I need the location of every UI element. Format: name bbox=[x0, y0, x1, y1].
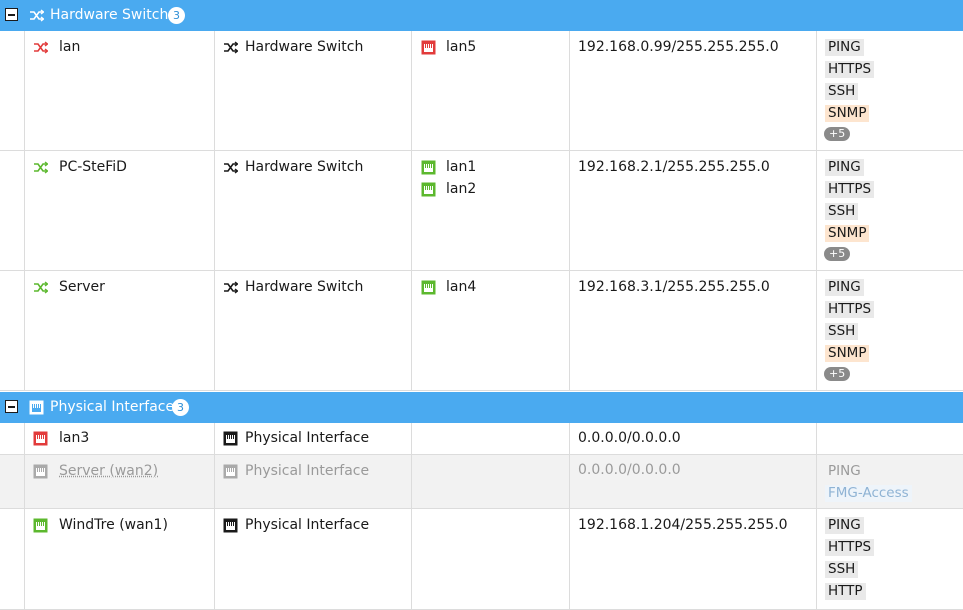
access-tag: PING bbox=[825, 159, 864, 176]
interface-type: Physical Interface bbox=[245, 430, 370, 446]
more-access-pill[interactable]: +5 bbox=[824, 127, 851, 141]
ip-netmask: 0.0.0.0/0.0.0.0 bbox=[578, 462, 681, 478]
port-icon bbox=[421, 40, 436, 55]
access-tag: HTTP bbox=[825, 583, 866, 600]
switch-icon bbox=[34, 161, 48, 174]
count-badge: 3 bbox=[172, 399, 189, 416]
member-label[interactable]: lan5 bbox=[446, 39, 476, 55]
interface-name[interactable]: Server bbox=[59, 279, 105, 295]
access-tag: PING bbox=[825, 279, 864, 296]
access-tag: PING bbox=[825, 39, 864, 56]
interface-name[interactable]: Server (wan2) bbox=[59, 463, 158, 479]
port-icon bbox=[223, 464, 238, 479]
port-icon bbox=[421, 160, 436, 175]
interface-type: Physical Interface bbox=[245, 517, 370, 533]
access-tag: HTTPS bbox=[825, 181, 875, 198]
access-tag: SSH bbox=[825, 561, 859, 578]
ip-netmask: 0.0.0.0/0.0.0.0 bbox=[578, 430, 681, 446]
access-tag: SSH bbox=[825, 83, 859, 100]
switch-icon bbox=[34, 281, 48, 294]
interface-type: Hardware Switch bbox=[245, 279, 364, 295]
table-row[interactable]: Server (wan2) Physical Interface 0.0.0.0… bbox=[0, 455, 963, 509]
ip-netmask: 192.168.3.1/255.255.255.0 bbox=[578, 279, 770, 295]
more-access-pill[interactable]: +5 bbox=[824, 247, 851, 261]
port-icon bbox=[33, 464, 48, 479]
table-row[interactable]: Server Hardware Switch lan4 192.168.3.1/… bbox=[0, 271, 963, 391]
access-tag: SSH bbox=[825, 323, 859, 340]
interface-type: Hardware Switch bbox=[245, 159, 364, 175]
switch-icon bbox=[224, 281, 238, 294]
more-access-pill[interactable]: +5 bbox=[824, 367, 851, 381]
ip-netmask: 192.168.2.1/255.255.255.0 bbox=[578, 159, 770, 175]
port-icon bbox=[33, 431, 48, 446]
access-tag: SSH bbox=[825, 203, 859, 220]
access-tag: SNMP bbox=[825, 345, 870, 362]
access-tag: HTTPS bbox=[825, 539, 875, 556]
port-icon bbox=[29, 400, 44, 415]
group-header-physical-interface[interactable]: Physical Interface 3 bbox=[0, 392, 963, 423]
switch-icon bbox=[224, 41, 238, 54]
member-label[interactable]: lan2 bbox=[446, 181, 476, 197]
collapse-icon[interactable] bbox=[5, 8, 18, 21]
table-row[interactable]: WindTre (wan1) Physical Interface 192.16… bbox=[0, 509, 963, 610]
switch-icon bbox=[34, 41, 48, 54]
table-row[interactable]: lan Hardware Switch lan5 192.168.0.99/25… bbox=[0, 31, 963, 151]
group-header-hardware-switch[interactable]: Hardware Switch 3 bbox=[0, 0, 963, 31]
collapse-icon[interactable] bbox=[5, 400, 18, 413]
port-icon bbox=[223, 518, 238, 533]
interface-name[interactable]: WindTre (wan1) bbox=[59, 517, 168, 533]
table-row[interactable]: PC-SteFiD Hardware Switch lan1 lan2 192.… bbox=[0, 151, 963, 271]
access-tag: SNMP bbox=[825, 105, 870, 122]
access-tag: HTTPS bbox=[825, 61, 875, 78]
switch-icon bbox=[224, 161, 238, 174]
interface-name[interactable]: lan bbox=[59, 39, 80, 55]
access-tag: PING bbox=[825, 517, 864, 534]
ip-netmask: 192.168.0.99/255.255.255.0 bbox=[578, 39, 779, 55]
access-tag: FMG-Access bbox=[825, 485, 912, 502]
port-icon bbox=[421, 182, 436, 197]
interface-type: Hardware Switch bbox=[245, 39, 364, 55]
interface-name[interactable]: lan3 bbox=[59, 430, 89, 446]
port-icon bbox=[33, 518, 48, 533]
access-tag: HTTPS bbox=[825, 301, 875, 318]
member-label[interactable]: lan4 bbox=[446, 279, 476, 295]
group-label: Physical Interface bbox=[50, 399, 175, 415]
count-badge: 3 bbox=[168, 7, 185, 24]
port-icon bbox=[223, 431, 238, 446]
member-label[interactable]: lan1 bbox=[446, 159, 476, 175]
table-row[interactable]: lan3 Physical Interface 0.0.0.0/0.0.0.0 bbox=[0, 423, 963, 455]
switch-icon bbox=[30, 9, 44, 22]
access-tag: SNMP bbox=[825, 225, 870, 242]
access-tag: PING bbox=[828, 463, 861, 479]
port-icon bbox=[421, 280, 436, 295]
interface-type: Physical Interface bbox=[245, 463, 370, 479]
ip-netmask: 192.168.1.204/255.255.255.0 bbox=[578, 517, 788, 533]
group-label: Hardware Switch bbox=[50, 7, 169, 23]
interface-name[interactable]: PC-SteFiD bbox=[59, 159, 127, 175]
